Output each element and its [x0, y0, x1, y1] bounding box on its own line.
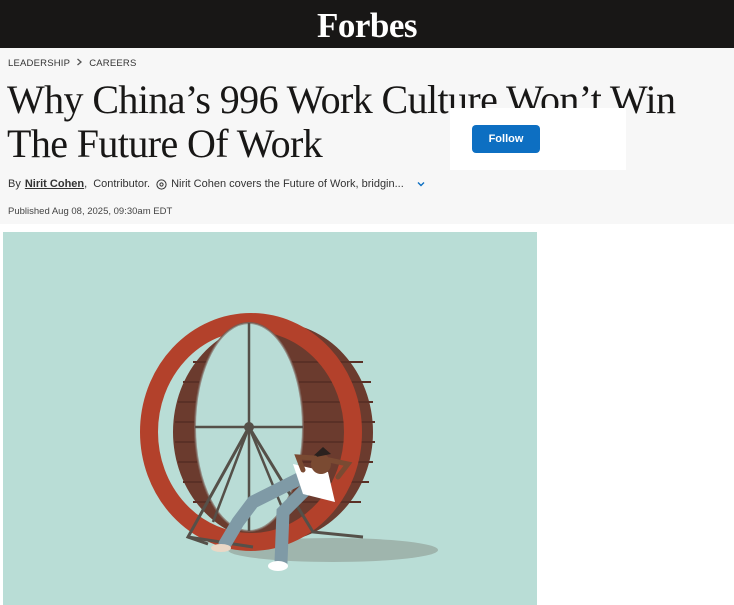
author-link[interactable]: Nirit Cohen: [25, 178, 84, 190]
author-role: Contributor.: [93, 178, 151, 190]
byline: By Nirit Cohen , Contributor. Nirit Cohe…: [8, 178, 426, 190]
breadcrumb-section[interactable]: LEADERSHIP: [8, 58, 70, 69]
hero-image: [3, 232, 537, 605]
follow-panel: Follow: [450, 108, 626, 170]
published-date: Published Aug 08, 2025, 09:30am EDT: [8, 206, 173, 217]
info-icon[interactable]: [156, 178, 167, 190]
hamster-wheel-illustration: [3, 232, 537, 605]
follow-button[interactable]: Follow: [472, 125, 540, 153]
top-navigation-bar: Forbes: [0, 0, 734, 48]
breadcrumb: LEADERSHIP CAREERS: [8, 58, 137, 69]
breadcrumb-subsection[interactable]: CAREERS: [89, 58, 136, 69]
by-label: By: [8, 178, 21, 190]
breadcrumb-chevron-icon: [76, 58, 83, 69]
chevron-down-icon[interactable]: [416, 179, 426, 189]
byline-separator: ,: [84, 178, 88, 190]
forbes-logo[interactable]: Forbes: [317, 8, 418, 43]
author-bio: Nirit Cohen covers the Future of Work, b…: [171, 178, 404, 190]
